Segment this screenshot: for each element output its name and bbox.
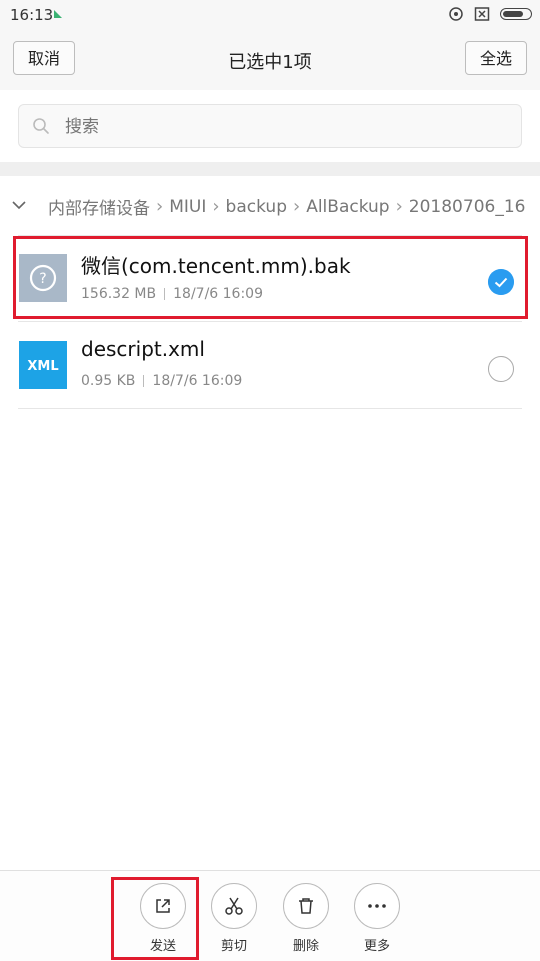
breadcrumb-item[interactable]: MIUI — [169, 197, 206, 217]
battery-icon — [500, 8, 532, 20]
file-name: descript.xml — [81, 337, 205, 361]
hotspot-icon — [449, 7, 463, 21]
breadcrumb-item[interactable]: 20180706_16 — [409, 197, 526, 217]
xml-file-icon: XML — [19, 341, 67, 389]
more-button[interactable]: 更多 — [345, 883, 409, 954]
page-title: 已选中1项 — [228, 52, 312, 73]
notification-icon — [54, 10, 62, 18]
status-bar: 16:13 — [0, 0, 540, 30]
chevron-right-icon: › — [212, 196, 220, 217]
chevron-down-icon[interactable] — [11, 197, 27, 213]
file-size: 0.95 KB — [81, 373, 136, 389]
delete-button[interactable]: 删除 — [274, 883, 338, 954]
search-input[interactable] — [63, 105, 507, 149]
status-time: 16:13 — [10, 6, 54, 24]
chevron-right-icon: › — [293, 196, 301, 217]
trash-icon — [299, 898, 313, 914]
breadcrumb-item[interactable]: 内部存储设备 — [48, 194, 150, 219]
search-icon — [33, 118, 49, 134]
file-row[interactable]: XML descript.xml 0.95 KB 18/7/6 16:09 — [0, 329, 540, 409]
more-icon — [368, 904, 386, 908]
list-divider — [18, 321, 522, 322]
more-label: 更多 — [363, 939, 390, 954]
cut-label: 剪切 — [220, 939, 247, 954]
action-header: 取消 已选中1项 全选 — [0, 30, 540, 90]
xml-icon-label: XML — [27, 359, 58, 374]
list-divider — [18, 408, 522, 409]
section-divider — [0, 162, 540, 176]
cut-button[interactable]: 剪切 — [202, 883, 266, 954]
chevron-right-icon: › — [395, 196, 403, 217]
chevron-right-icon: › — [156, 196, 164, 217]
breadcrumb: 内部存储设备 › MIUI › backup › AllBackup › 201… — [0, 190, 540, 222]
scissors-icon — [225, 897, 243, 915]
checkbox-unchecked[interactable] — [488, 356, 514, 382]
sim-off-icon — [474, 7, 490, 21]
delete-label: 删除 — [292, 939, 319, 954]
select-all-button[interactable]: 全选 — [465, 41, 527, 75]
file-date: 18/7/6 16:09 — [152, 373, 243, 389]
breadcrumb-item[interactable]: AllBackup — [306, 197, 389, 217]
search-box[interactable] — [18, 104, 522, 149]
highlight-box — [13, 236, 528, 319]
highlight-box — [111, 877, 199, 960]
breadcrumb-item[interactable]: backup — [226, 197, 287, 217]
bottom-action-bar: 发送 剪切 删除 更多 — [0, 870, 540, 961]
